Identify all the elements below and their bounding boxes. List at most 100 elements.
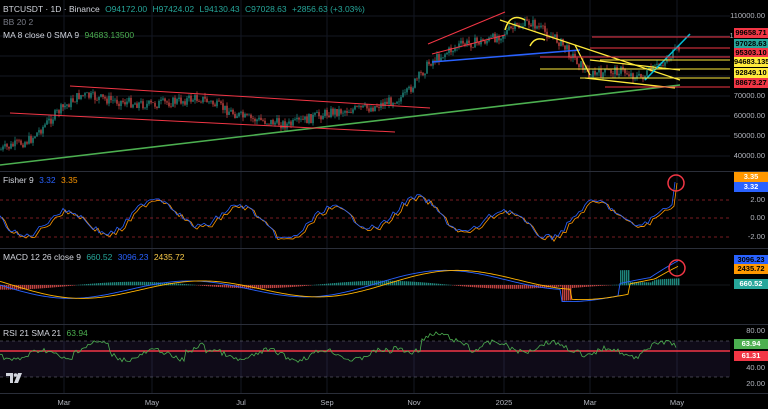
candle <box>530 24 532 27</box>
candle <box>562 38 564 46</box>
symbol-legend[interactable]: BTCUSDT · 1D · Binance O94172.00 H97424.… <box>3 4 368 15</box>
chart-canvas[interactable] <box>0 0 768 409</box>
macd-histogram-bar <box>616 284 618 286</box>
macd-histogram-bar <box>400 281 402 286</box>
candle <box>24 142 26 148</box>
fisher-axis-label: 2.00 <box>750 195 765 204</box>
candle <box>250 114 252 119</box>
candle <box>252 118 254 119</box>
candle <box>406 88 408 93</box>
pane-divider[interactable] <box>0 248 768 249</box>
candle <box>12 143 14 147</box>
candle <box>148 100 150 104</box>
macd-histogram-bar <box>592 285 594 287</box>
candle <box>208 101 210 103</box>
candle <box>594 70 596 75</box>
macd-histogram-bar <box>576 285 578 288</box>
candle <box>112 99 114 101</box>
bb-legend[interactable]: BB 20 2 <box>3 17 36 28</box>
macd-histogram-bar <box>662 279 664 286</box>
macd-histogram-bar <box>94 283 96 286</box>
rsi-axis-label: 20.00 <box>746 379 765 388</box>
candle <box>436 54 438 62</box>
macd-histogram-bar <box>678 278 680 286</box>
candle <box>618 73 620 76</box>
candle <box>628 74 630 77</box>
candle <box>82 95 84 96</box>
candle <box>418 71 420 79</box>
rsi-legend[interactable]: RSI 21 SMA 21 63.94 <box>3 328 91 339</box>
time-axis-divider <box>0 393 768 394</box>
candle <box>246 113 248 115</box>
macd-histogram-bar <box>354 281 356 286</box>
macd-histogram-bar <box>120 281 122 286</box>
macd-histogram-bar <box>488 285 490 289</box>
fisher-legend[interactable]: Fisher 9 3.32 3.35 <box>3 175 81 186</box>
candle <box>446 53 448 55</box>
macd-histogram-bar <box>358 281 360 286</box>
candle <box>76 93 78 103</box>
candle <box>96 99 98 101</box>
candle <box>120 100 122 107</box>
macd-histogram-bar <box>286 285 288 288</box>
candle <box>554 34 556 37</box>
candle <box>186 98 188 105</box>
macd-histogram-bar <box>136 281 138 286</box>
red-channel-upper <box>69 85 431 109</box>
ma-legend[interactable]: MA 8 close 0 SMA 9 94683.13500 <box>3 30 137 41</box>
macd-histogram-bar <box>296 285 298 287</box>
rsi-pane[interactable] <box>0 331 730 378</box>
macd-histogram-bar <box>516 285 518 289</box>
candle <box>612 73 614 75</box>
candle <box>442 57 444 58</box>
candle <box>144 107 146 109</box>
macd-histogram-bar <box>460 285 462 287</box>
candle <box>332 108 334 115</box>
candle <box>126 101 128 105</box>
macd-line-value: 3096.23 <box>117 252 149 262</box>
macd-tag: 2435.72 <box>734 264 768 274</box>
price-pane[interactable] <box>0 0 730 393</box>
pane-divider[interactable] <box>0 324 768 325</box>
candle <box>72 98 74 102</box>
macd-histogram-bar <box>118 282 120 286</box>
candle <box>322 115 324 120</box>
candle <box>162 98 164 100</box>
macd-histogram-bar <box>44 285 46 289</box>
candle <box>272 119 274 125</box>
macd-histogram-bar <box>56 285 58 288</box>
candle <box>288 121 290 124</box>
candle <box>92 92 94 93</box>
macd-histogram-bar <box>82 284 84 286</box>
macd-histogram-bar <box>328 283 330 286</box>
macd-histogram-bar <box>202 285 204 286</box>
fisher-pane[interactable] <box>0 174 730 243</box>
candle <box>414 78 416 88</box>
candle <box>176 98 178 104</box>
candle <box>678 46 680 51</box>
candle <box>314 113 316 115</box>
macd-histogram-bar <box>596 285 598 287</box>
time-axis-label: 2025 <box>495 398 513 407</box>
macd-histogram-bar <box>326 283 328 286</box>
macd-legend[interactable]: MACD 12 26 close 9 660.52 3096.23 2435.7… <box>3 252 188 263</box>
macd-histogram-bar <box>484 285 486 288</box>
candle <box>338 109 340 116</box>
red-channel-upper-2 <box>427 11 506 45</box>
candle <box>128 97 130 102</box>
macd-histogram-bar <box>584 285 586 288</box>
macd-histogram-bar <box>580 285 582 288</box>
candle <box>340 109 342 114</box>
candle <box>240 111 242 113</box>
macd-histogram-bar <box>302 285 304 287</box>
candle <box>10 143 12 149</box>
candle <box>378 106 380 108</box>
pane-divider[interactable] <box>0 171 768 172</box>
macd-histogram-bar <box>90 283 92 286</box>
candle <box>296 117 298 120</box>
symbol-title[interactable]: BTCUSDT · 1D · Binance <box>3 4 100 14</box>
tradingview-logo-icon[interactable] <box>5 371 23 385</box>
macd-histogram-bar <box>124 281 126 286</box>
macd-histogram-bar <box>418 282 420 286</box>
macd-pane[interactable] <box>0 259 730 303</box>
